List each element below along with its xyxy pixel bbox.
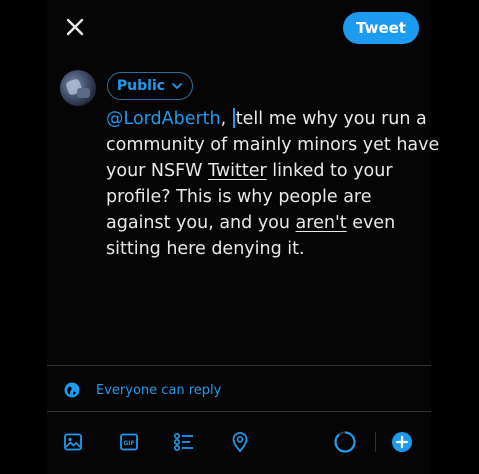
location-icon [232,432,248,453]
character-count-ring [333,430,357,454]
text-line-4: profile? This is why people are [106,187,372,207]
reply-setting-label: Everyone can reply [96,382,222,398]
globe-icon [64,382,80,398]
text-line-1: @LordAberth, tell me why you run a [106,108,427,129]
gif-button[interactable]: GIF [117,430,141,454]
svg-text:GIF: GIF [123,440,134,447]
text-line-5: against you, and you aren't even [106,213,396,233]
image-button[interactable] [61,430,85,454]
divider-bottom [47,411,431,412]
add-thread-button[interactable] [390,430,414,454]
tweet-button[interactable]: Tweet [343,12,419,44]
audience-label: Public [116,78,166,94]
progress-ring-icon [334,431,356,453]
tweet-text-input[interactable]: @LordAberth, tell me why you run a commu… [106,106,440,262]
close-icon [66,18,84,36]
divider-top [47,365,431,366]
text-line-3: your NSFW Twitter linked to your [106,161,393,181]
poll-button[interactable] [172,430,196,454]
gif-icon: GIF [120,433,138,451]
chevron-down-icon [172,83,182,89]
spellcheck-word: Twitter [208,161,267,181]
image-icon [64,433,82,451]
poll-icon [173,432,193,452]
close-button[interactable] [62,14,88,40]
text-line-6: sitting here denying it. [106,239,305,259]
add-thread-icon [392,432,412,452]
spellcheck-word: aren't [295,213,347,233]
reply-setting-button[interactable]: Everyone can reply [64,379,221,401]
location-button[interactable] [228,430,252,454]
toolbar-separator [375,432,376,452]
text-cursor [232,108,235,128]
mention-link[interactable]: @LordAberth [106,109,221,129]
text-line-2: community of mainly minors yet have [106,135,440,155]
avatar[interactable] [60,70,96,106]
audience-selector[interactable]: Public [107,72,193,100]
